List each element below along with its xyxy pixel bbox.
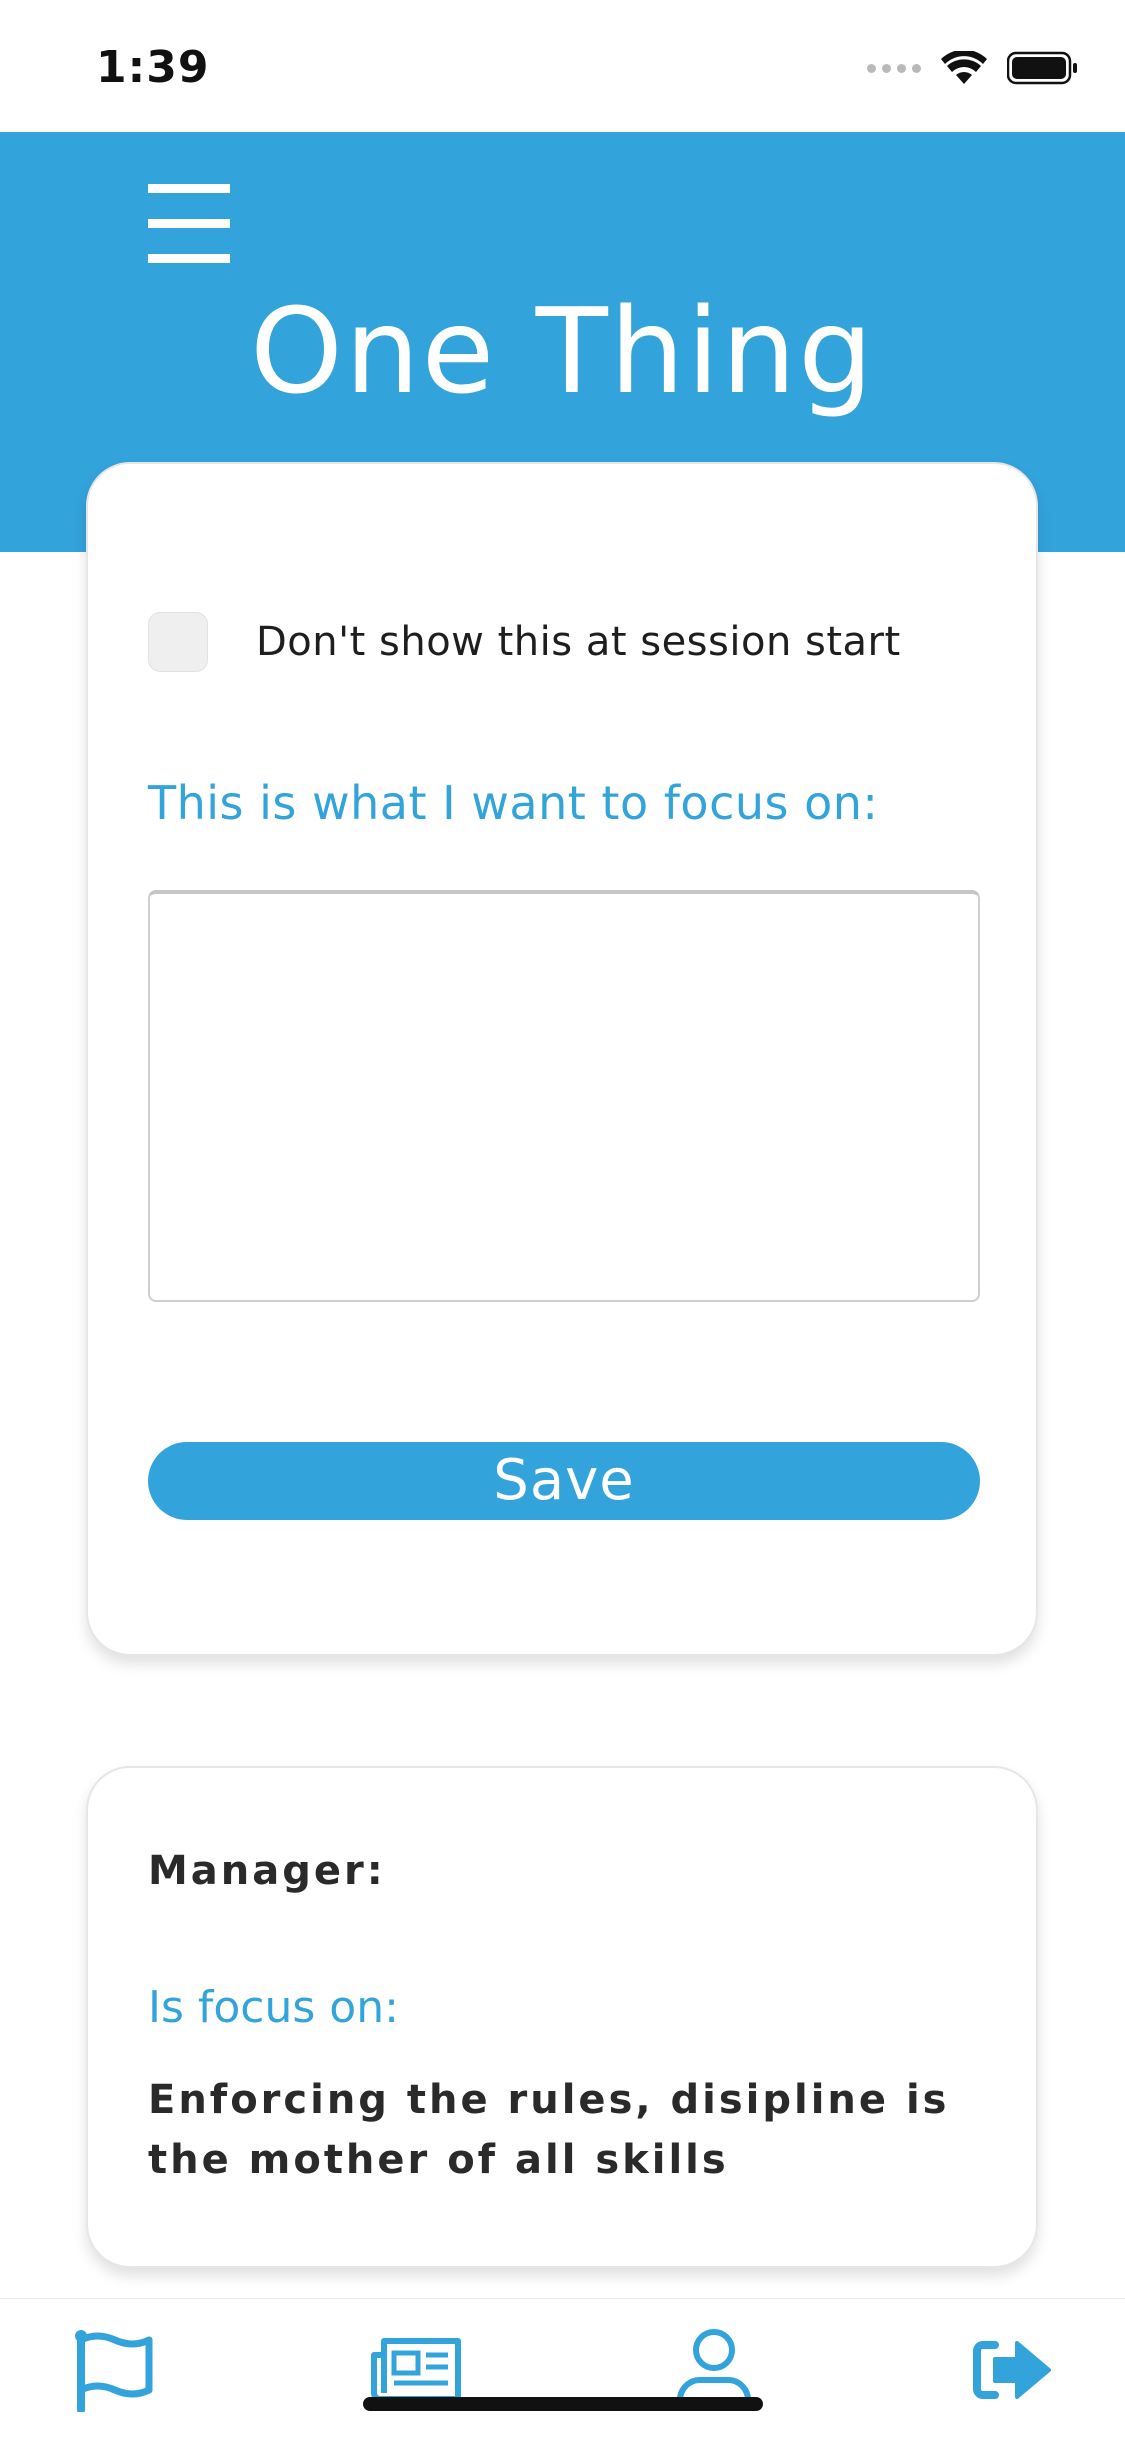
page-title: One Thing xyxy=(249,282,876,420)
focus-textarea[interactable] xyxy=(148,890,980,1302)
bottom-tab-bar xyxy=(0,2298,1125,2437)
tab-flag[interactable] xyxy=(65,2325,165,2415)
status-bar: 1:39 xyxy=(0,0,1125,132)
cellular-signal-icon xyxy=(867,63,921,73)
home-indicator xyxy=(363,2397,763,2411)
manager-focus-text: Enforcing the rules, disipline is the mo… xyxy=(148,2077,950,2183)
manager-focus-label: Is focus on: xyxy=(148,1982,399,2033)
hamburger-menu-icon[interactable] xyxy=(148,182,230,268)
tab-logout[interactable] xyxy=(962,2325,1062,2415)
newspaper-icon xyxy=(371,2338,461,2402)
focus-label: This is what I want to focus on: xyxy=(148,776,879,830)
status-icons xyxy=(867,48,1079,88)
manager-label: Manager: xyxy=(148,1848,386,1894)
wifi-icon xyxy=(941,51,987,84)
dont-show-checkbox-label[interactable]: Don't show this at session start xyxy=(256,619,901,665)
focus-card: Don't show this at session start This is… xyxy=(86,462,1038,1656)
manager-card: Manager: Is focus on: Enforcing the rule… xyxy=(86,1766,1038,2268)
flag-icon xyxy=(75,2330,153,2412)
dont-show-checkbox[interactable] xyxy=(148,612,208,672)
logout-icon xyxy=(973,2341,1051,2399)
save-button[interactable]: Save xyxy=(148,1442,980,1520)
battery-icon xyxy=(1007,51,1077,85)
status-time: 1:39 xyxy=(96,42,210,93)
dont-show-checkbox-row: Don't show this at session start xyxy=(148,612,901,672)
